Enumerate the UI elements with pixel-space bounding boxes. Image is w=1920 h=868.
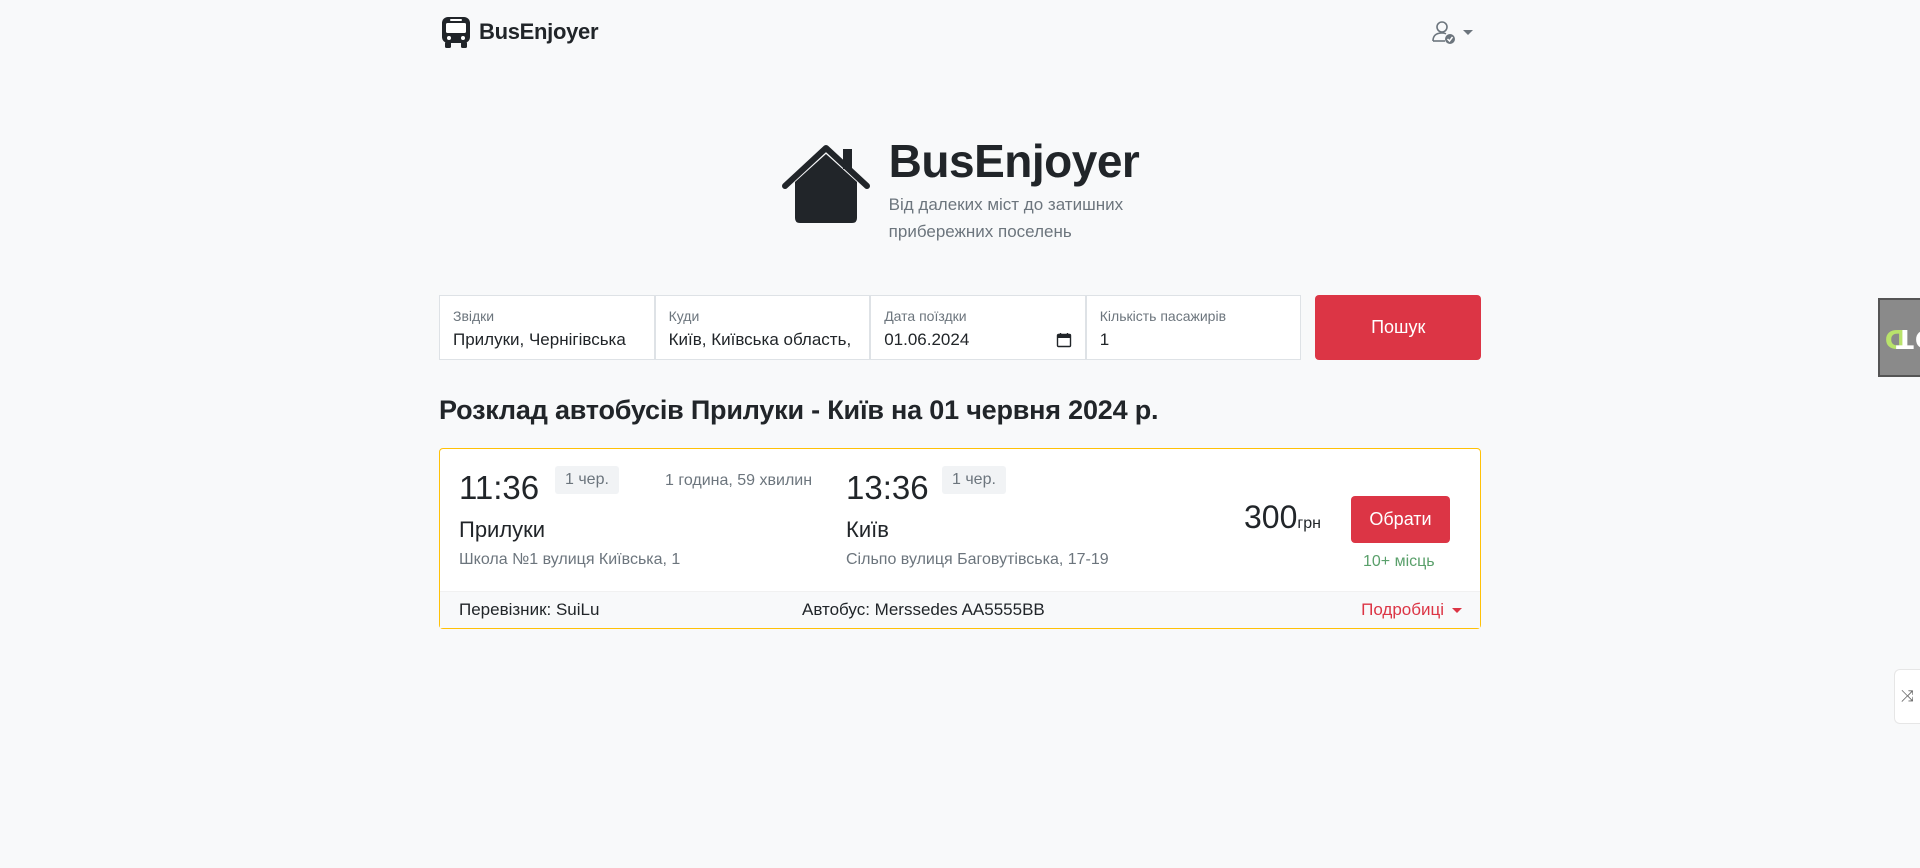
hero-subtitle-line1: Від далеких міст до затишних xyxy=(888,194,1124,214)
from-input[interactable]: Прилуки, Чернігівська xyxy=(453,330,641,350)
from-stop: Школа №1 вулиця Київська, 1 xyxy=(459,551,681,568)
price-value: 300 xyxy=(1244,499,1298,535)
top-navbar: BusEnjoyer xyxy=(439,0,1481,64)
details-toggle[interactable]: Подробиці xyxy=(1361,600,1462,620)
seats-available: 10+ місць xyxy=(1363,553,1435,570)
arrive-time: 13:36 xyxy=(846,469,929,506)
trip-duration: 1 година, 59 хвилин xyxy=(665,472,813,489)
hero-title: BusEnjoyer xyxy=(888,135,1140,187)
user-menu-toggle[interactable] xyxy=(1431,19,1473,45)
date-label: Дата поїздки xyxy=(884,308,967,324)
date-value: 01.06.2024 xyxy=(884,330,970,349)
debug-toolbar-label: DDT xyxy=(1884,322,1920,353)
arrive-date-badge: 1 чер. xyxy=(942,466,1006,494)
to-input[interactable]: Київ, Київська область, xyxy=(669,330,857,350)
hero-subtitle-line2: прибережних поселень xyxy=(888,221,1072,241)
hero-text: BusEnjoyer Від далеких міст до затишних … xyxy=(889,136,1140,245)
side-tab-button[interactable]: ⤨ xyxy=(1894,669,1920,724)
trip-card: 11:36 1 чер. 1 година, 59 хвилин 13:36 1… xyxy=(439,448,1481,629)
trip-card-footer: Перевізник: SuiLu Автобус: Merssedes AA5… xyxy=(440,591,1480,628)
user-check-icon xyxy=(1432,21,1455,44)
depart-date-badge: 1 чер. xyxy=(555,466,619,494)
trip-price: 300грн xyxy=(1244,499,1321,536)
brand-link[interactable]: BusEnjoyer xyxy=(439,15,599,49)
date-field[interactable]: Дата поїздки 01.06.2024 xyxy=(870,295,1086,360)
carrier-info: Перевізник: SuiLu xyxy=(459,600,600,619)
from-label: Звідки xyxy=(453,308,495,324)
search-button[interactable]: Пошук xyxy=(1315,295,1482,360)
passengers-field[interactable]: Кількість пасажирів 1 xyxy=(1085,295,1302,360)
date-input[interactable]: 01.06.2024 xyxy=(884,330,1072,350)
chevron-down-icon xyxy=(1452,607,1462,613)
passengers-label: Кількість пасажирів xyxy=(1099,308,1227,324)
brand-name: BusEnjoyer xyxy=(479,19,599,44)
trip-card-body: 11:36 1 чер. 1 година, 59 хвилин 13:36 1… xyxy=(440,449,1480,592)
bus-icon xyxy=(442,17,470,48)
from-field[interactable]: Звідки Прилуки, Чернігівська xyxy=(439,295,655,360)
shuffle-icon: ⤨ xyxy=(1901,687,1914,705)
hero-subtitle: Від далеких міст до затишних прибережних… xyxy=(889,191,1140,245)
to-stop: Сільпо вулиця Баговутівська, 17-19 xyxy=(846,551,1109,568)
search-form: Звідки Прилуки, Чернігівська Куди Київ, … xyxy=(439,295,1482,360)
to-label: Куди xyxy=(668,308,700,324)
details-label: Подробиці xyxy=(1361,600,1444,619)
depart-time: 11:36 xyxy=(459,469,540,506)
to-city: Київ xyxy=(846,517,889,542)
choose-button[interactable]: Обрати xyxy=(1351,496,1450,543)
price-currency: грн xyxy=(1297,515,1321,532)
to-field[interactable]: Куди Київ, Київська область, xyxy=(654,295,871,360)
chevron-down-icon xyxy=(1463,29,1473,35)
bus-info: Автобус: Merssedes AA5555BB xyxy=(802,600,1045,619)
results-title: Розклад автобусів Прилуки - Київ на 01 ч… xyxy=(439,395,1159,425)
passengers-input[interactable]: 1 xyxy=(1100,330,1288,350)
hero-section: BusEnjoyer Від далеких міст до затишних … xyxy=(439,136,1481,246)
from-city: Прилуки xyxy=(459,517,546,542)
calendar-icon[interactable] xyxy=(1056,332,1072,348)
debug-toolbar-handle[interactable]: DDT xyxy=(1878,298,1920,377)
house-icon xyxy=(781,145,870,223)
